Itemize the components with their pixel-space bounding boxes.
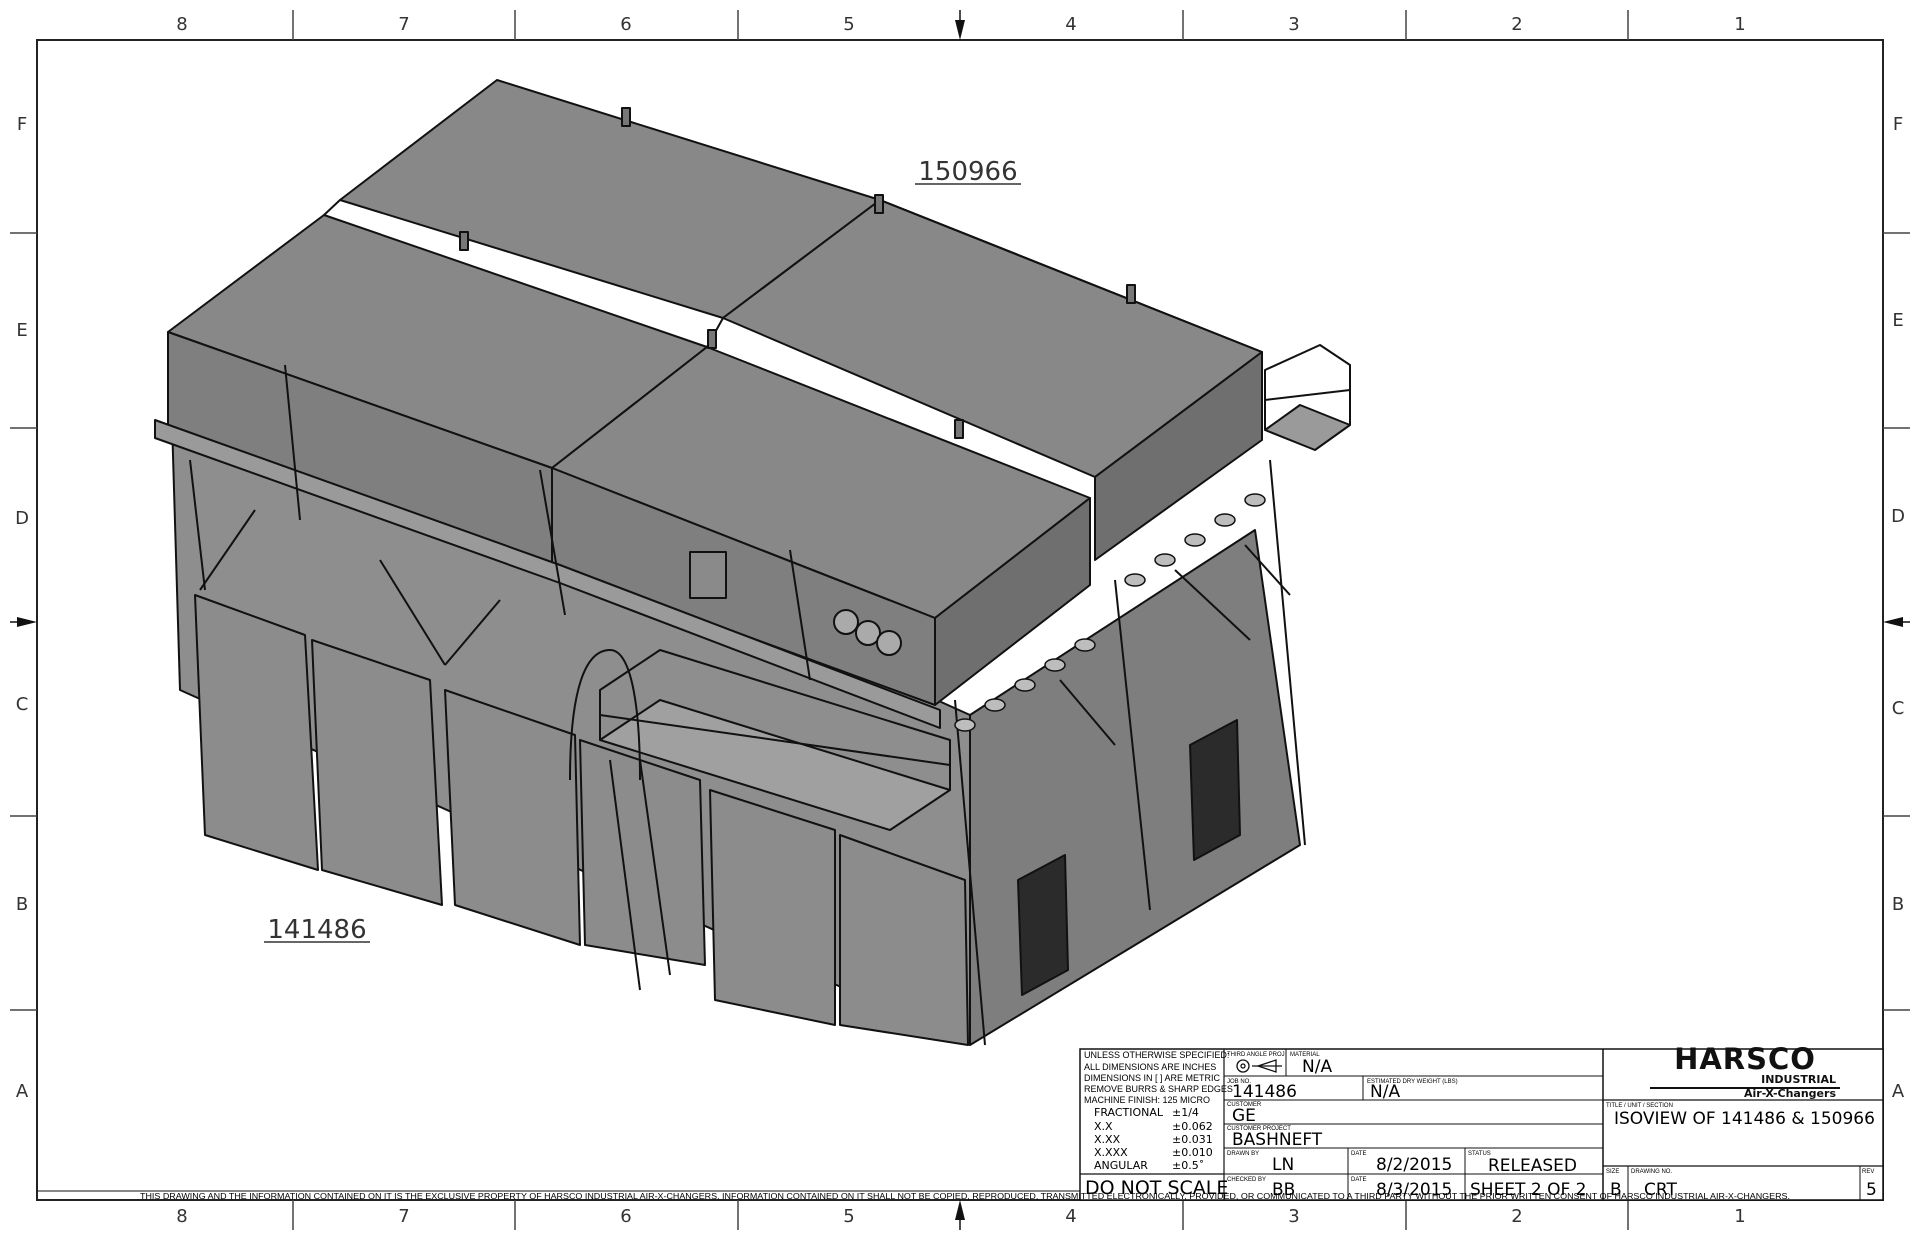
zone-col-label-bottom: 4 bbox=[1065, 1206, 1076, 1227]
size-label: SIZE bbox=[1606, 1169, 1619, 1175]
drawing-no-label: DRAWING NO. bbox=[1631, 1169, 1672, 1175]
zone-row-label-left: F bbox=[17, 114, 27, 135]
zone-row-label-right: A bbox=[1892, 1081, 1905, 1102]
zone-col-label-top: 3 bbox=[1288, 14, 1299, 35]
zone-row-label-left: B bbox=[16, 894, 28, 915]
zone-row-label-left: E bbox=[16, 320, 27, 341]
rev-value: 5 bbox=[1866, 1180, 1877, 1200]
weight-value: N/A bbox=[1370, 1082, 1400, 1102]
zone-col-label-bottom: 7 bbox=[398, 1206, 409, 1227]
checked-date-label: DATE bbox=[1351, 1177, 1367, 1183]
company-product-line: Air-X-Changers bbox=[1744, 1087, 1836, 1100]
spec-note: ALL DIMENSIONS ARE INCHES bbox=[1084, 1062, 1216, 1072]
zone-col-label-bottom: 8 bbox=[176, 1206, 187, 1227]
spec-note: REMOVE BURRS & SHARP EDGES bbox=[1084, 1084, 1233, 1094]
company-division: INDUSTRIAL bbox=[1761, 1073, 1836, 1086]
zone-col-label-top: 7 bbox=[398, 14, 409, 35]
tolerance-label: X.X bbox=[1094, 1120, 1113, 1133]
tolerance-label: X.XXX bbox=[1094, 1146, 1128, 1159]
tolerance-value: ±1/4 bbox=[1172, 1106, 1199, 1119]
zone-row-label-right: D bbox=[1891, 506, 1905, 527]
zone-row-label-right: F bbox=[1893, 114, 1903, 135]
job-no-value: 141486 bbox=[1232, 1082, 1297, 1102]
tolerance-label: X.XX bbox=[1094, 1133, 1121, 1146]
zone-col-label-bottom: 2 bbox=[1511, 1206, 1522, 1227]
spec-note: DIMENSIONS IN [ ] ARE METRIC bbox=[1084, 1073, 1221, 1083]
zone-col-label-top: 2 bbox=[1511, 14, 1522, 35]
unit-callout-141486: 141486 bbox=[267, 915, 366, 945]
zone-row-label-right: C bbox=[1892, 698, 1905, 719]
company-logo: HARSCO bbox=[1674, 1042, 1816, 1076]
spec-note: MACHINE FINISH: 125 MICRO bbox=[1084, 1095, 1210, 1105]
zone-col-label-top: 8 bbox=[176, 14, 187, 35]
zone-col-label-top: 6 bbox=[620, 14, 631, 35]
status-value: RELEASED bbox=[1488, 1156, 1577, 1176]
zone-col-label-bottom: 6 bbox=[620, 1206, 631, 1227]
drawn-by-label: DRAWN BY bbox=[1227, 1151, 1259, 1157]
drawn-date-label: DATE bbox=[1351, 1151, 1367, 1157]
zone-row-label-left: C bbox=[16, 694, 29, 715]
unit-callout-150966: 150966 bbox=[918, 157, 1017, 187]
proprietary-disclaimer: THIS DRAWING AND THE INFORMATION CONTAIN… bbox=[140, 1192, 1790, 1201]
tolerance-value: ±0.062 bbox=[1172, 1120, 1213, 1133]
tolerance-value: ±0.031 bbox=[1172, 1133, 1213, 1146]
rev-label: REV bbox=[1862, 1169, 1874, 1175]
zone-col-label-top: 5 bbox=[843, 14, 854, 35]
material-value: N/A bbox=[1302, 1057, 1332, 1077]
tolerance-label: ANGULAR bbox=[1094, 1159, 1148, 1172]
zone-row-label-right: E bbox=[1892, 310, 1903, 331]
zone-row-label-left: A bbox=[16, 1081, 29, 1102]
drawing-sheet: 8 7 6 5 4 3 2 1 8 7 6 5 4 3 2 1 F E D C … bbox=[10, 10, 1910, 1230]
zone-col-label-top: 4 bbox=[1065, 14, 1076, 35]
tolerance-label: FRACTIONAL bbox=[1094, 1106, 1164, 1119]
zone-row-label-right: B bbox=[1892, 894, 1904, 915]
tolerance-value: ±0.010 bbox=[1172, 1146, 1213, 1159]
drawn-date-value: 8/2/2015 bbox=[1376, 1155, 1452, 1175]
zone-col-label-bottom: 3 bbox=[1288, 1206, 1299, 1227]
projection-label: THIRD ANGLE PROJ bbox=[1227, 1052, 1285, 1058]
drawing-title: ISOVIEW OF 141486 & 150966 bbox=[1614, 1109, 1875, 1129]
checked-by-label: CHECKED BY bbox=[1227, 1177, 1266, 1183]
project-value: BASHNEFT bbox=[1232, 1130, 1323, 1150]
zone-col-label-top: 1 bbox=[1734, 14, 1745, 35]
tolerance-value: ±0.5˚ bbox=[1172, 1159, 1204, 1172]
zone-col-label-bottom: 1 bbox=[1734, 1206, 1745, 1227]
drawn-by-value: LN bbox=[1272, 1155, 1294, 1175]
spec-note: UNLESS OTHERWISE SPECIFIED: bbox=[1084, 1050, 1229, 1060]
zone-col-label-bottom: 5 bbox=[843, 1206, 854, 1227]
zone-row-label-left: D bbox=[15, 508, 29, 529]
customer-value: GE bbox=[1232, 1106, 1256, 1126]
